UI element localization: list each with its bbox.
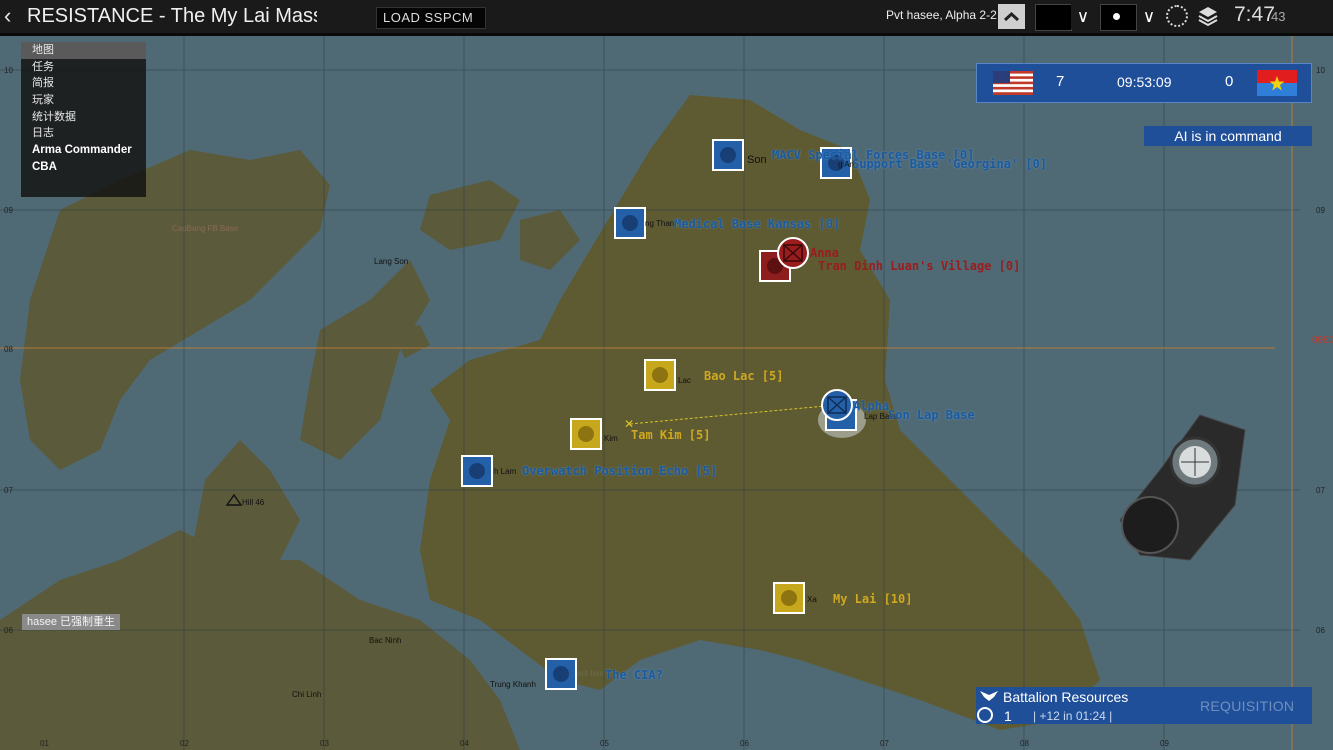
sector-marker-echo[interactable] [461,455,493,487]
collapse-button[interactable] [998,4,1025,29]
menu-item-players[interactable]: 玩家 [21,92,146,109]
friendly-unit-alpha[interactable] [821,389,853,421]
town-label: Trung Khanh [490,680,536,689]
menu-item-tasks[interactable]: 任务 [21,59,146,76]
score-panel: 7 09:53:09 0 [976,63,1312,103]
town-label: ent Iem [577,669,604,678]
grid-edge-label: 0980 -10 [1312,335,1333,346]
grid-y-label-right: 09 [1316,206,1325,215]
sector-marker-kansas[interactable] [614,207,646,239]
tactical-map[interactable]: 01 02 03 04 05 06 07 08 09 10 09 08 07 0… [0,0,1333,750]
grid-x-label: 07 [880,739,889,748]
eagle-icon [980,691,998,701]
chevron-up-icon [1003,11,1020,22]
grid-x-label: 09 [1160,739,1169,748]
clock-seconds: 43 [1271,9,1286,24]
marker-label-mylai: My Lai [10] [833,592,913,606]
chevron-down-icon[interactable]: ∨ [1137,4,1161,29]
marker-label-sonlap: Son Lap Base [888,408,975,422]
enemy-unit-anna[interactable] [777,237,809,269]
town-label: Lang Son [374,257,409,266]
marker-label-echo: Overwatch Position Echo [5] [522,464,718,478]
grid-x-label: 06 [740,739,749,748]
grid-y-label: 06 [4,626,13,635]
layers-icon[interactable] [1197,5,1219,27]
town-label: Lac [678,376,691,385]
marker-label-anna: Anna [810,246,839,260]
mission-title: RESISTANCE - The My Lai Massac [27,5,317,27]
menu-item-arma-commander[interactable]: Arma Commander [21,142,146,159]
grid-x-label: 01 [40,739,49,748]
resource-count: 1 [1004,708,1012,724]
requisition-button[interactable]: REQUISITION [1200,698,1294,714]
grid-y-label: 07 [4,486,13,495]
town-label: Bac Ninh [369,636,402,645]
marker-label-baolac: Bao Lac [5] [704,369,784,383]
town-label: Xa [807,595,817,604]
sector-marker-cia[interactable] [545,658,577,690]
dot-icon [1113,13,1120,20]
marker-label-village: Tran Dinh Luan's Village [0] [818,259,1021,273]
back-icon[interactable]: ‹ [4,4,22,28]
menu-item-briefing[interactable]: 简报 [21,75,146,92]
gps-icon[interactable] [1166,5,1188,27]
opfor-score: 0 [1225,73,1234,90]
clock-time: 7:47 [1234,3,1275,26]
top-bar: ‹ RESISTANCE - The My Lai Massac LOAD SS… [0,0,1333,36]
town-label: CaoBang FB Base [172,224,239,233]
ai-command-status: AI is in command [1144,126,1312,146]
vc-flag-icon [1257,70,1297,96]
player-name: Pvt hasee, Alpha 2-2 1 [886,8,1007,22]
menu-item-log[interactable]: 日志 [21,125,146,142]
town-label: ng Than [645,219,675,228]
battalion-resources-panel: Battalion Resources 1 | +12 in 01:24 | R… [976,687,1312,724]
grid-x-label: 03 [320,739,329,748]
grid-x-label: 05 [600,739,609,748]
menu-item-stats[interactable]: 统计数据 [21,109,146,126]
grid-y-label: 08 [4,345,13,354]
battalion-title: Battalion Resources [1003,689,1129,705]
menu-item-map[interactable]: 地图 [21,42,146,59]
resource-rate: | +12 in 01:24 | [1033,709,1113,723]
town-label: Son [747,154,767,166]
mission-timer: 09:53:09 [1117,74,1172,90]
marker-label-cia: The CIA? [605,668,663,682]
grid-y-label-right: 07 [1316,486,1325,495]
grid-x-label: 02 [180,739,189,748]
marker-type-select[interactable] [1100,4,1137,31]
us-flag-icon [993,71,1033,95]
town-label: h Lam [494,467,517,476]
sector-marker-baolac[interactable] [644,359,676,391]
blufor-score: 7 [1056,73,1065,90]
load-sspcm-button[interactable]: LOAD SSPCM [376,7,486,29]
grid-y-label: 09 [4,206,13,215]
sector-marker-macv[interactable] [712,139,744,171]
grid-y-label: 10 [4,66,13,75]
marker-color-select[interactable] [1035,4,1072,31]
grid-x-label: 08 [1020,739,1029,748]
grid-y-label-right: 10 [1316,66,1325,75]
marker-label-kansas: Medical Base Kansas [0] [674,217,841,231]
town-label: Hill 46 [242,498,265,507]
sector-marker-mylai[interactable] [773,582,805,614]
chevron-down-icon[interactable]: ∨ [1071,4,1095,29]
grid-y-label-right: 06 [1316,626,1325,635]
marker-label-alpha: Alpha [853,399,890,413]
town-label: Kim [604,434,618,443]
marker-label-georgina: Support Base 'Georgina' [0] [852,157,1048,171]
marker-label-tamkim: Tam Kim [5] [631,428,711,442]
grid-x-label: 04 [460,739,469,748]
respawn-notice: hasee 已强制重生 [22,614,121,630]
sector-marker-tamkim[interactable] [570,418,602,450]
rank-icon [977,707,993,723]
menu-item-cba[interactable]: CBA [21,159,146,176]
map-menu: 地图 任务 简报 玩家 统计数据 日志 Arma Commander CBA [21,42,146,197]
town-label: Chi Linh [292,690,322,699]
